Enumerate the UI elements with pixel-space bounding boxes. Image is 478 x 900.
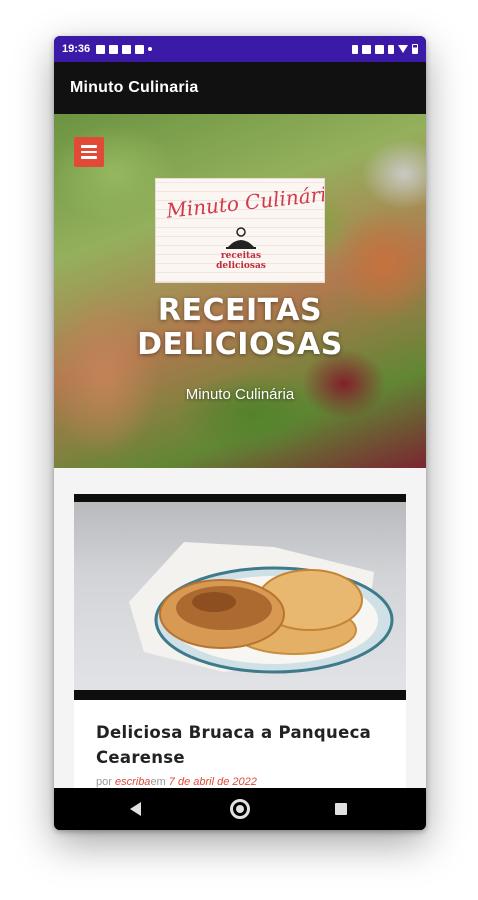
bluetooth-icon (352, 44, 358, 54)
hamburger-menu-button[interactable] (74, 137, 104, 167)
pancakes-image (129, 542, 394, 674)
recents-icon[interactable] (335, 803, 347, 815)
twitter-icon (122, 44, 132, 54)
home-icon[interactable] (230, 799, 250, 819)
app-bar: Minuto Culinaria (54, 62, 426, 114)
system-nav-bar (54, 788, 426, 830)
video-icon (109, 44, 119, 54)
status-time: 19:36 (62, 43, 91, 55)
facebook-icon (96, 44, 106, 54)
cloche-icon (226, 227, 256, 249)
hamburger-menu-icon (81, 145, 97, 148)
hero-subtitle: Minuto Culinária (185, 386, 295, 403)
status-bar: 19:36 (54, 36, 426, 62)
post-title[interactable]: Deliciosa Bruaca a Panqueca Cearense (96, 720, 396, 770)
post-meta: por escribaem 7 de abril de 2022 (96, 776, 257, 788)
data-icon (388, 44, 394, 54)
webview-content[interactable]: Minuto Culinária receitas deliciosas REC… (54, 114, 426, 788)
phone-frame: 19:36 Minuto Culinaria Minuto Culinária … (54, 36, 426, 830)
post-thumbnail[interactable] (74, 494, 406, 700)
post-author-link[interactable]: escriba (115, 776, 150, 788)
back-icon[interactable] (130, 802, 141, 816)
twitter-icon (135, 44, 145, 54)
battery-icon (412, 44, 418, 54)
dot-icon (148, 47, 153, 51)
nfc-icon (362, 44, 371, 54)
post-card[interactable]: Deliciosa Bruaca a Panqueca Cearense por… (74, 494, 406, 788)
hero-banner: Minuto Culinária receitas deliciosas REC… (54, 114, 426, 468)
logo-tagline: receitas deliciosas (216, 251, 266, 271)
vibrate-icon (375, 44, 384, 54)
post-date-link[interactable]: 7 de abril de 2022 (169, 776, 257, 788)
wifi-icon (398, 45, 408, 53)
hero-title: RECEITAS DELICIOSAS (137, 293, 343, 362)
app-title: Minuto Culinaria (70, 79, 199, 96)
site-logo[interactable]: Minuto Culinária receitas deliciosas (155, 178, 325, 283)
hero-overlay (54, 114, 426, 468)
